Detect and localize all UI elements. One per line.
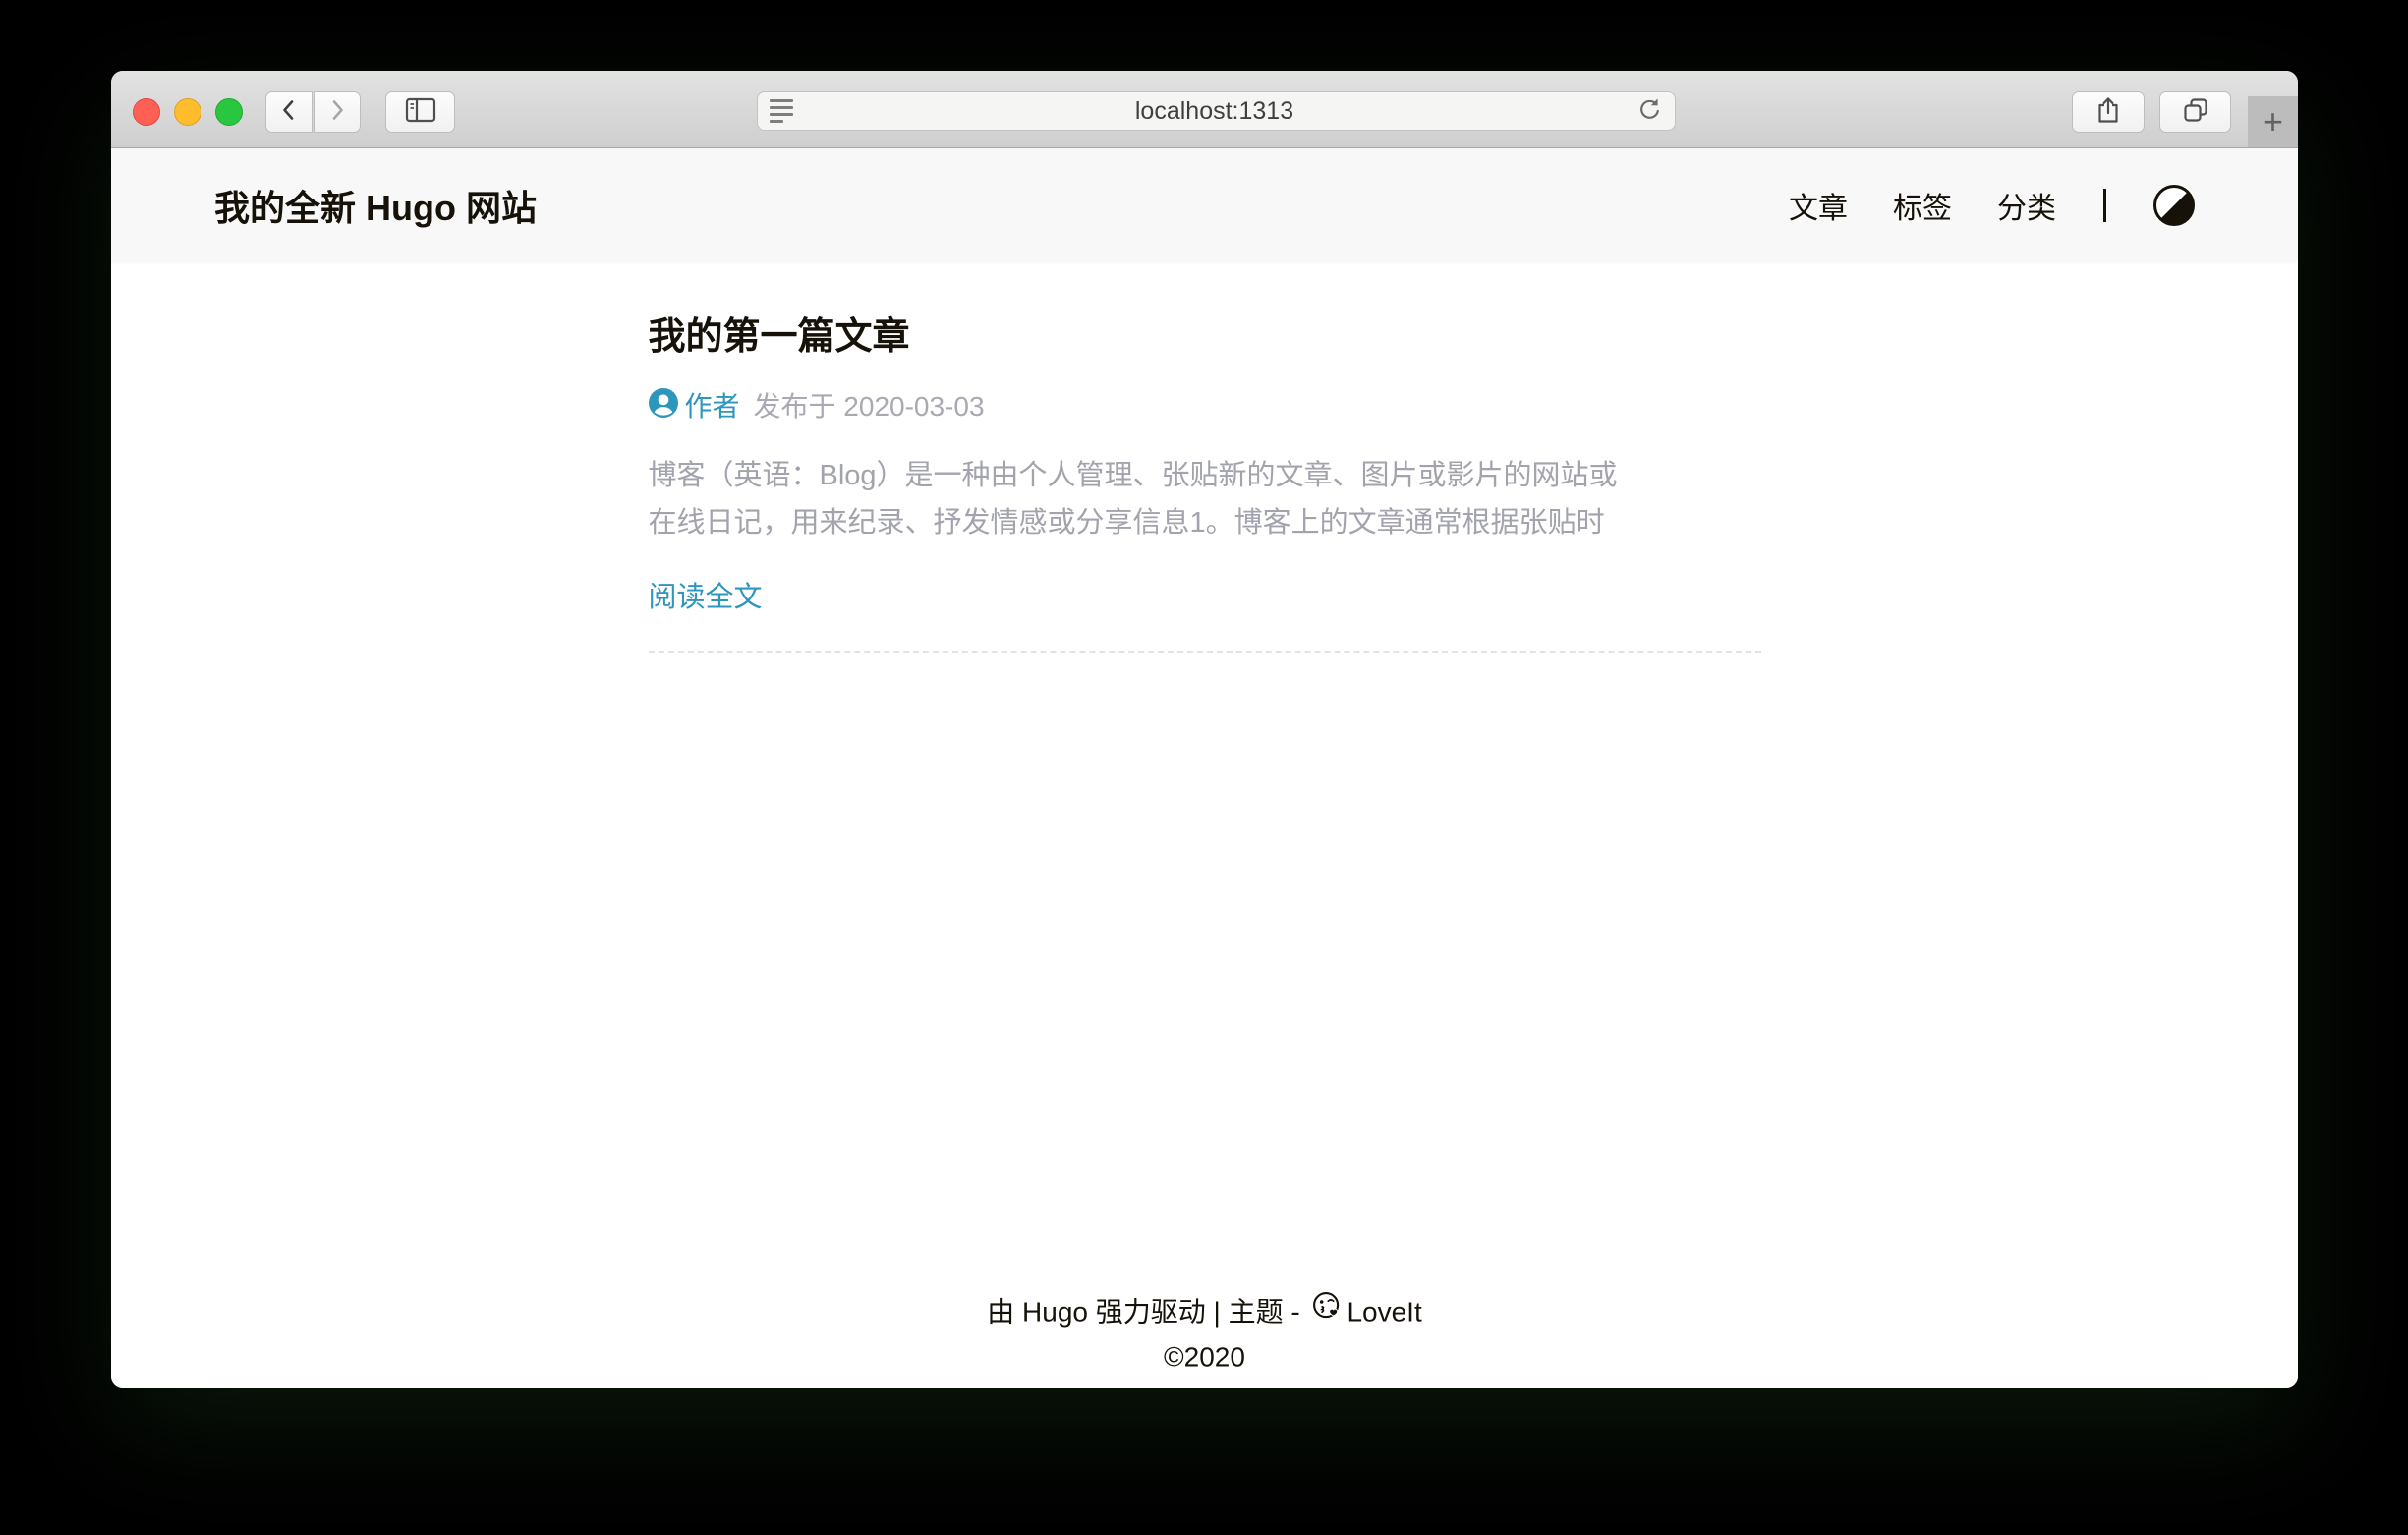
tabs-icon	[2181, 96, 2210, 129]
back-button[interactable]	[265, 91, 313, 133]
reader-mode-icon[interactable]	[770, 99, 793, 123]
nav-item-posts[interactable]: 文章	[1789, 184, 1848, 227]
forward-button[interactable]	[314, 91, 361, 133]
tab-overview-button[interactable]	[2159, 91, 2231, 133]
powered-by-text: 由 Hugo 强力驱动 | 主题 -	[987, 1297, 1307, 1328]
post-summary-card: 我的第一篇文章 作者 发布于 2020-03-03	[649, 306, 1761, 653]
reload-icon[interactable]	[1635, 95, 1663, 128]
nav-item-tags[interactable]: 标签	[1893, 184, 1952, 227]
theme-switch-icon[interactable]	[2153, 185, 2195, 226]
chevron-right-icon	[324, 97, 350, 128]
url-text[interactable]: localhost:1313	[793, 97, 1635, 126]
main-content: 我的第一篇文章 作者 发布于 2020-03-03	[649, 306, 1761, 653]
post-meta: 作者 发布于 2020-03-03	[649, 385, 1761, 425]
author-avatar-icon	[649, 388, 678, 423]
share-button[interactable]	[2072, 91, 2145, 133]
site-header: 我的全新 Hugo 网站 文章 标签 分类	[111, 148, 2298, 261]
share-icon	[2094, 95, 2122, 130]
summary-line: 博客（英语：Blog）是一种由个人管理、张贴新的文章、图片或影片的网站或	[649, 452, 1761, 499]
post-summary: 博客（英语：Blog）是一种由个人管理、张贴新的文章、图片或影片的网站或 在线日…	[649, 452, 1761, 546]
close-window-button[interactable]	[133, 98, 160, 126]
browser-toolbar: localhost:1313	[111, 71, 2298, 148]
traffic-lights	[133, 98, 243, 126]
minimize-window-button[interactable]	[174, 98, 201, 126]
page-viewport: 我的全新 Hugo 网站 文章 标签 分类 我的第一篇文章	[111, 148, 2298, 1388]
nav-divider	[2103, 189, 2106, 222]
zoom-window-button[interactable]	[215, 98, 243, 126]
safari-window: localhost:1313	[111, 71, 2298, 1388]
plus-icon: +	[2263, 101, 2283, 142]
nav-item-categories[interactable]: 分类	[1997, 184, 2056, 227]
author-link[interactable]: 作者	[685, 385, 740, 425]
footer-copyright-line: ©2020	[111, 1335, 2298, 1380]
sidebar-toggle-button[interactable]	[385, 91, 455, 133]
site-title-link[interactable]: 我的全新 Hugo 网站	[214, 180, 537, 231]
sidebar-icon	[404, 96, 437, 129]
copyright-text: ©2020	[1164, 1342, 1245, 1373]
read-more-link[interactable]: 阅读全文	[649, 574, 763, 615]
site-nav: 文章 标签 分类	[1789, 184, 2195, 227]
desktop-background: localhost:1313	[0, 0, 2408, 1535]
site-footer: 由 Hugo 强力驱动 | 主题 - LoveIt ©2020	[111, 1289, 2298, 1380]
post-divider	[649, 651, 1761, 653]
theme-link[interactable]: LoveIt	[1347, 1297, 1421, 1328]
address-bar[interactable]: localhost:1313	[757, 91, 1676, 131]
summary-line: 在线日记，用来纪录、抒发情感或分享信息1。博客上的文章通常根据张贴时	[649, 499, 1761, 546]
footer-powered-line: 由 Hugo 强力驱动 | 主题 - LoveIt	[111, 1289, 2298, 1335]
new-tab-button[interactable]: +	[2248, 96, 2298, 147]
post-title-link[interactable]: 我的第一篇文章	[649, 306, 1761, 360]
chevron-left-icon	[276, 97, 302, 128]
kiss-face-emoji-icon	[1311, 1297, 1343, 1328]
publish-date-text: 发布于 2020-03-03	[754, 385, 985, 425]
